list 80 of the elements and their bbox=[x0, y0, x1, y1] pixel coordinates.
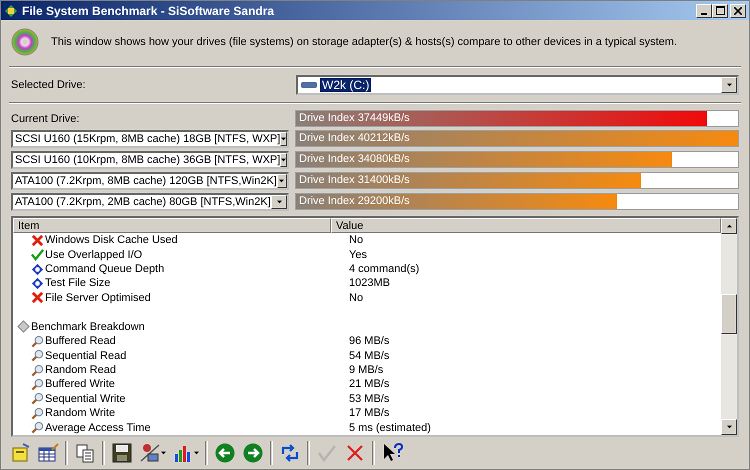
copy-icon bbox=[74, 442, 96, 464]
column-header[interactable]: Item bbox=[13, 218, 331, 233]
maximize-icon bbox=[716, 6, 724, 15]
info-icon bbox=[31, 262, 44, 276]
group-label: Benchmark Breakdown bbox=[31, 320, 145, 333]
floppy-icon bbox=[111, 442, 133, 464]
magnifier-icon bbox=[31, 364, 44, 376]
field-label: Selected Drive: bbox=[11, 79, 87, 91]
drive-icon bbox=[301, 81, 317, 89]
person-computer-icon bbox=[139, 442, 161, 464]
item-label: Windows Disk Cache Used bbox=[45, 234, 178, 246]
item-label: File Server Optimised bbox=[45, 292, 151, 304]
item-value: 96 MB/s bbox=[349, 335, 390, 348]
help-icon bbox=[381, 442, 403, 464]
window-title: File System Benchmark - SiSoftware Sandra bbox=[22, 4, 276, 18]
caret-icon[interactable] bbox=[194, 451, 199, 455]
item-label: Random Read bbox=[45, 364, 116, 376]
item-value: 53 MB/s bbox=[349, 392, 390, 405]
field-label: Current Drive: bbox=[11, 112, 80, 126]
app-icon bbox=[4, 4, 18, 18]
bar-label: Drive Index 29200kB/s bbox=[299, 195, 410, 207]
caret-icon bbox=[271, 195, 287, 209]
item-value: 5 ms (estimated) bbox=[349, 422, 431, 434]
caret-icon[interactable] bbox=[161, 451, 166, 455]
item-value: Yes bbox=[349, 248, 367, 261]
bar-label: Drive Index 37449kB/s bbox=[299, 112, 410, 124]
magnifier-icon bbox=[31, 349, 44, 362]
disc-icon bbox=[11, 28, 39, 56]
caret-icon bbox=[276, 174, 287, 188]
drive-dropdown[interactable]: ATA100 (7.2Krpm, 8MB cache) 120GB [NTFS,Win2K] bbox=[11, 172, 289, 190]
scroll-thumb[interactable] bbox=[721, 294, 737, 334]
magnifier-icon bbox=[31, 421, 44, 434]
item-label: Average Access Time bbox=[45, 422, 151, 434]
maximize-button[interactable] bbox=[712, 4, 728, 18]
caret-icon bbox=[721, 77, 737, 93]
bar-label: Drive Index 40212kB/s bbox=[299, 132, 410, 144]
diamond-icon bbox=[17, 320, 30, 334]
bar-label: Drive Index 31400kB/s bbox=[299, 174, 410, 186]
cross-icon bbox=[31, 234, 44, 247]
refresh-icon bbox=[279, 442, 301, 464]
item-label: Command Queue Depth bbox=[45, 263, 164, 276]
caret-icon bbox=[280, 132, 288, 146]
item-value: 4 command(s) bbox=[349, 263, 420, 276]
drive-dropdown[interactable]: W2k (C:) bbox=[296, 75, 739, 95]
item-label: Sequential Read bbox=[45, 350, 126, 362]
drive-dropdown[interactable]: ATA100 (7.2Krpm, 2MB cache) 80GB [NTFS,Win2K] bbox=[11, 193, 289, 211]
scrollbar[interactable] bbox=[721, 218, 737, 435]
item-value: 9 MB/s bbox=[349, 364, 384, 376]
caret-icon bbox=[280, 153, 288, 167]
item-label: Buffered Read bbox=[45, 335, 116, 348]
description-text: This window shows how your drives (file systems) on storage adapter(s) & hosts(s) compare to other devices in a typical system. bbox=[51, 36, 678, 48]
item-label: Sequential Write bbox=[45, 392, 126, 405]
item-value: 54 MB/s bbox=[349, 350, 390, 362]
item-value: No bbox=[349, 234, 364, 246]
item-label: Buffered Write bbox=[45, 378, 115, 390]
item-label: Test File Size bbox=[45, 277, 110, 290]
item-value: No bbox=[349, 292, 364, 304]
magnifier-icon bbox=[31, 334, 44, 348]
table-edit-icon bbox=[37, 442, 59, 464]
item-label: Use Overlapped I/O bbox=[45, 248, 142, 261]
magnifier-icon bbox=[31, 392, 44, 406]
magnifier-icon bbox=[31, 406, 44, 420]
item-value: 17 MB/s bbox=[349, 407, 390, 420]
check-icon bbox=[31, 248, 44, 262]
close-button[interactable] bbox=[730, 4, 746, 18]
scroll-down-icon[interactable] bbox=[726, 425, 732, 429]
column-header[interactable]: Value bbox=[331, 218, 721, 233]
item-value: 21 MB/s bbox=[349, 378, 390, 390]
item-label: Random Write bbox=[45, 407, 116, 420]
cross-icon bbox=[31, 291, 44, 304]
info-icon bbox=[31, 276, 44, 290]
minimize-icon bbox=[701, 12, 707, 14]
close-icon bbox=[734, 6, 742, 14]
magnifier-icon bbox=[31, 378, 44, 391]
scroll-up-icon[interactable] bbox=[726, 224, 732, 228]
item-value: 1023MB bbox=[349, 277, 390, 290]
drive-dropdown[interactable]: SCSI U160 (15Krpm, 8MB cache) 18GB [NTFS, WXP] bbox=[11, 130, 289, 148]
bar-label: Drive Index 34080kB/s bbox=[299, 153, 410, 165]
minimize-button[interactable] bbox=[696, 4, 712, 18]
drive-dropdown[interactable]: SCSI U160 (10Krpm, 8MB cache) 36GB [NTFS, WXP] bbox=[11, 151, 289, 169]
